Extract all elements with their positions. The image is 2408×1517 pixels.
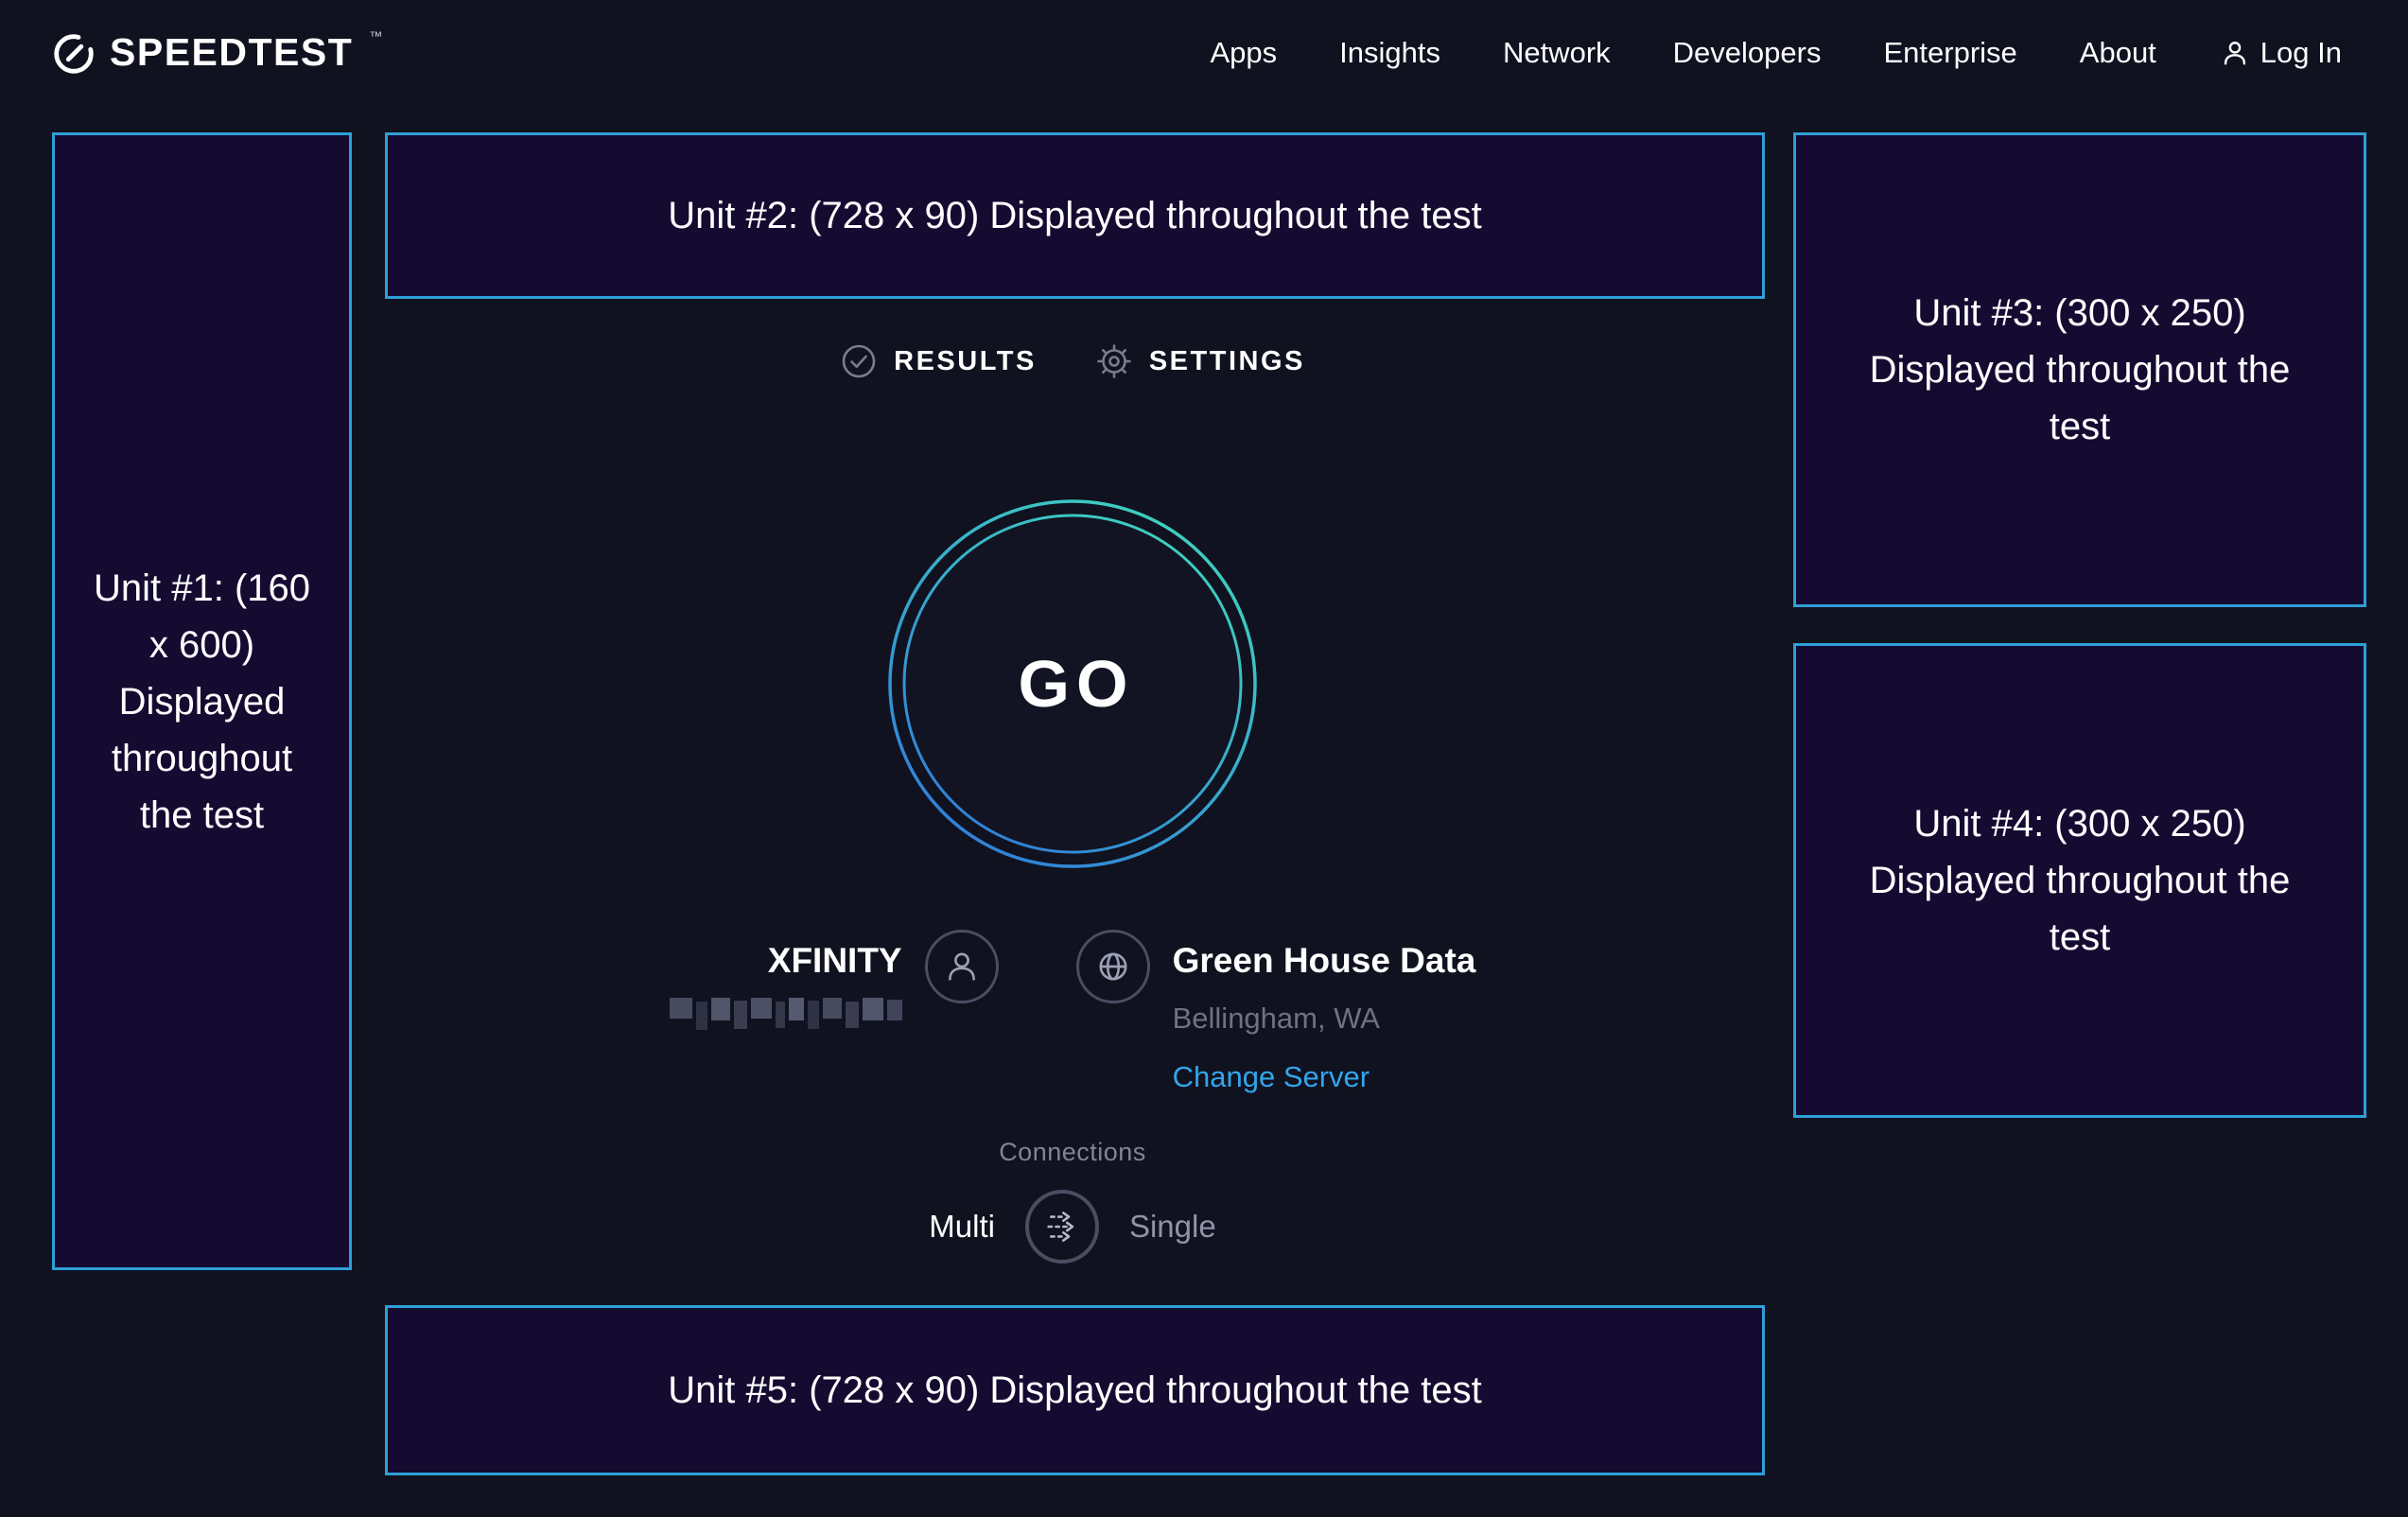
server-location: Bellingham, WA — [1173, 1002, 1380, 1036]
tab-settings-label: SETTINGS — [1149, 346, 1305, 377]
connections-section: Connections Multi Single — [352, 1138, 1793, 1264]
tabs: RESULTS SETTINGS — [352, 342, 1793, 380]
go-button[interactable]: GO — [887, 498, 1258, 869]
ad-unit-1[interactable]: Unit #1: (160 x 600) Displayed throughou… — [52, 132, 352, 1270]
multi-connections-icon — [1038, 1202, 1087, 1251]
tab-results[interactable]: RESULTS — [840, 342, 1037, 380]
gear-icon — [1095, 342, 1133, 380]
user-icon — [2219, 37, 2251, 69]
tab-results-label: RESULTS — [894, 346, 1037, 377]
ad-unit-4-label: Unit #4: (300 x 250) Displayed throughou… — [1853, 795, 2307, 966]
censored-ip — [670, 998, 902, 1032]
isp-name: XFINITY — [768, 941, 902, 981]
logo-text: SPEEDTEST — [110, 30, 353, 74]
server-name: Green House Data — [1173, 941, 1476, 981]
globe-circle-icon — [1076, 930, 1150, 1003]
speedometer-icon — [52, 32, 96, 76]
speedtest-logo[interactable]: SPEEDTEST™ — [52, 30, 382, 76]
go-button-label: GO — [887, 498, 1258, 869]
globe-icon — [1091, 944, 1136, 989]
server-group: Green House Data Bellingham, WA Change S… — [1076, 930, 1476, 1094]
nav-item-enterprise[interactable]: Enterprise — [1883, 36, 2016, 70]
connections-label: Connections — [352, 1138, 1793, 1167]
ad-unit-4[interactable]: Unit #4: (300 x 250) Displayed throughou… — [1793, 643, 2366, 1118]
main-content: RESULTS SETTINGS — [352, 0, 1793, 1517]
isp-user-circle-icon — [925, 930, 999, 1003]
check-circle-icon — [840, 342, 878, 380]
login-button[interactable]: Log In — [2219, 36, 2342, 70]
tab-settings[interactable]: SETTINGS — [1095, 342, 1305, 380]
ad-unit-1-label: Unit #1: (160 x 600) Displayed throughou… — [91, 560, 314, 844]
connections-toggle[interactable] — [1025, 1190, 1099, 1264]
ad-unit-3-label: Unit #3: (300 x 250) Displayed throughou… — [1853, 285, 2307, 455]
connections-multi-option[interactable]: Multi — [929, 1209, 995, 1245]
nav-item-about[interactable]: About — [2080, 36, 2156, 70]
isp-group: XFINITY — [670, 930, 999, 1094]
ad-unit-3[interactable]: Unit #3: (300 x 250) Displayed throughou… — [1793, 132, 2366, 607]
connection-meta: XFINITY G — [352, 930, 1793, 1094]
user-icon — [939, 944, 985, 989]
connections-single-option[interactable]: Single — [1129, 1209, 1216, 1245]
login-label: Log In — [2260, 36, 2342, 70]
change-server-link[interactable]: Change Server — [1173, 1060, 1370, 1094]
